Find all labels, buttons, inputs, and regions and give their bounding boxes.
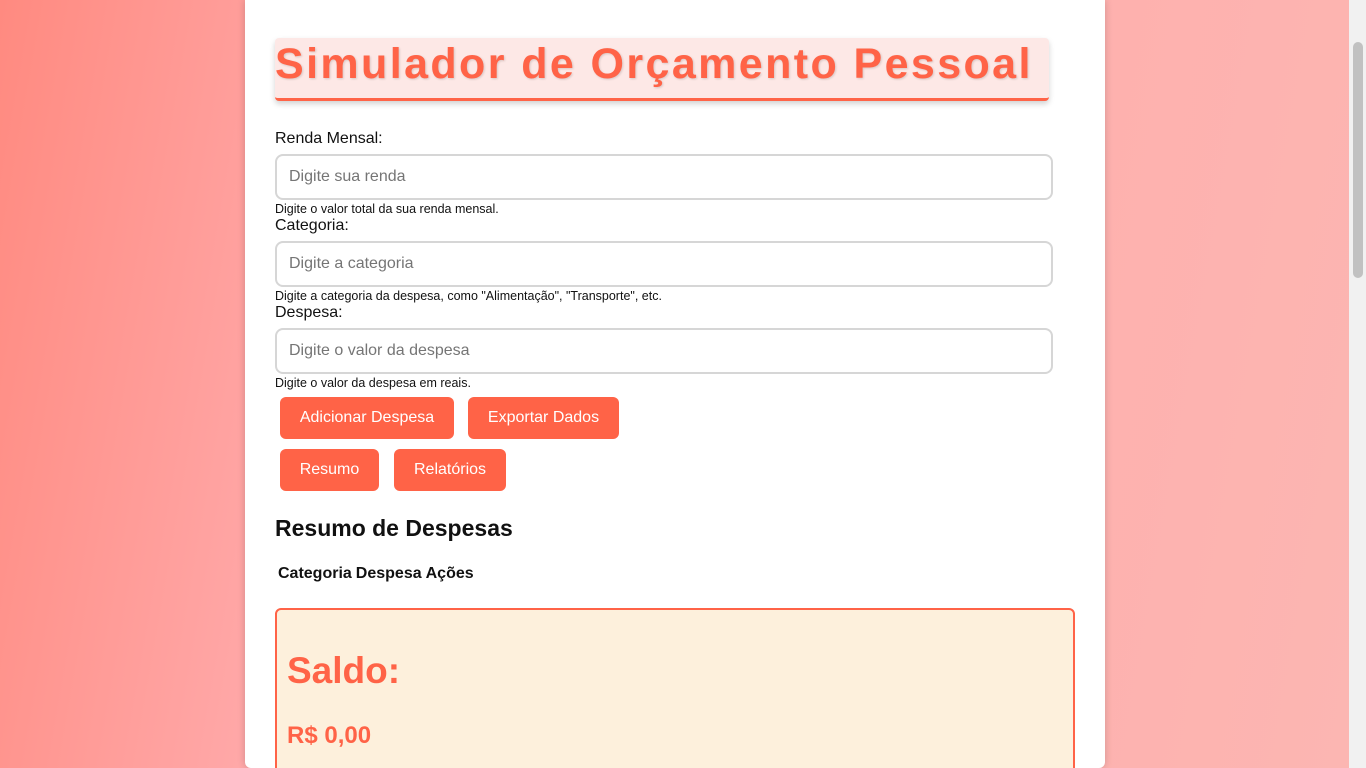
balance-panel: Saldo: R$ 0,00: [275, 608, 1075, 768]
categoria-hint: Digite a categoria da despesa, como "Ali…: [275, 289, 662, 303]
page-title: Simulador de Orçamento Pessoal: [275, 40, 1033, 88]
expense-summary-title: Resumo de Despesas: [275, 515, 513, 541]
expense-table: Categoria Despesa Ações: [276, 565, 476, 583]
column-header-despesa: Despesa: [355, 565, 422, 582]
column-header-categoria: Categoria: [278, 565, 352, 582]
reports-button[interactable]: Relatórios: [394, 449, 506, 491]
balance-value: R$ 0,00: [287, 722, 372, 749]
categoria-input[interactable]: [275, 241, 1053, 287]
page-scrollbar[interactable]: [1349, 0, 1366, 768]
summary-button[interactable]: Resumo: [280, 449, 379, 491]
export-data-button[interactable]: Exportar Dados: [468, 397, 619, 439]
despesa-input[interactable]: [275, 328, 1053, 374]
balance-label: Saldo:: [287, 650, 401, 691]
scrollbar-thumb[interactable]: [1353, 42, 1363, 278]
renda-input[interactable]: [275, 154, 1053, 200]
add-expense-button[interactable]: Adicionar Despesa: [280, 397, 454, 439]
categoria-label: Categoria:: [275, 217, 349, 234]
renda-label: Renda Mensal:: [275, 130, 383, 147]
main-container: Simulador de Orçamento Pessoal Renda Men…: [245, 0, 1105, 768]
table-header-row: Categoria Despesa Ações: [276, 565, 476, 583]
despesa-label: Despesa:: [275, 304, 343, 321]
column-header-acoes: Ações: [425, 565, 474, 582]
title-banner: Simulador de Orçamento Pessoal: [275, 38, 1049, 101]
despesa-hint: Digite o valor da despesa em reais.: [275, 376, 471, 390]
renda-hint: Digite o valor total da sua renda mensal…: [275, 202, 499, 216]
